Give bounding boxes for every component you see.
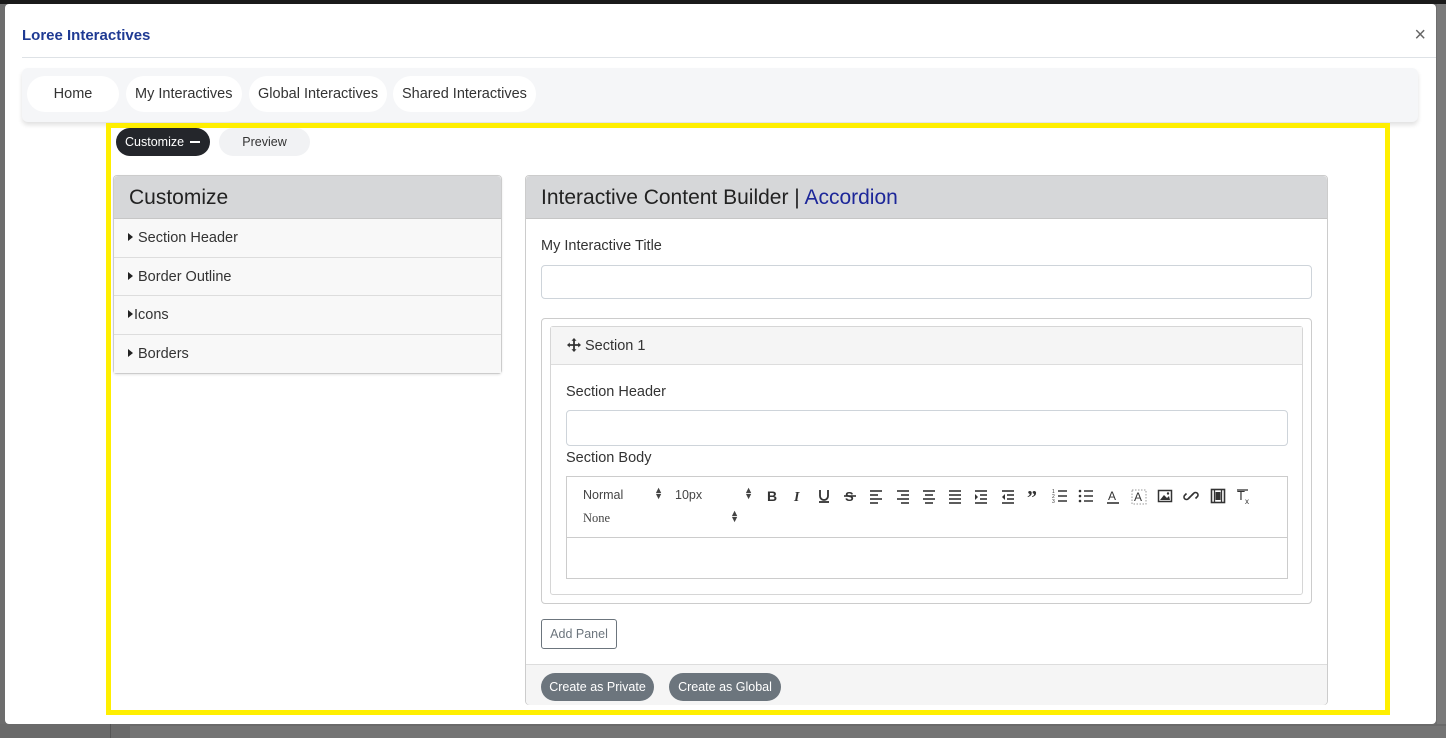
format-select[interactable]: Normal ▲ ▼ — [583, 485, 663, 503]
align-left-icon[interactable] — [867, 487, 885, 505]
section-name: Section 1 — [585, 338, 646, 354]
select-arrows-icon: ▲ ▼ — [744, 485, 753, 501]
nav-my-interactives[interactable]: My Interactives — [126, 76, 242, 112]
size-select[interactable]: 10px ▲ ▼ — [675, 485, 753, 503]
builder-footer: Create as Private Create as Global — [526, 664, 1327, 705]
section-header-label: Section Header — [566, 384, 666, 400]
svg-text:A: A — [1108, 489, 1116, 503]
underline-icon[interactable] — [815, 487, 833, 505]
close-icon[interactable]: × — [1414, 24, 1426, 47]
nav-global-interactives[interactable]: Global Interactives — [249, 76, 388, 112]
move-icon[interactable] — [567, 338, 581, 352]
section-body-label: Section Body — [566, 450, 652, 466]
rich-text-editor: Normal ▲ ▼ 10px ▲ ▼ None ▲ ▼ B I ” 1 2 3… — [566, 476, 1288, 579]
blockquote-icon[interactable]: ” — [1025, 487, 1043, 509]
select-arrows-icon: ▲ ▼ — [730, 508, 739, 524]
customize-item-icons[interactable]: Icons — [114, 296, 501, 335]
align-justify-icon[interactable] — [946, 487, 964, 505]
preview-toggle-button[interactable]: Preview — [219, 128, 310, 156]
background-bottom-strip — [0, 724, 1446, 738]
clear-format-icon[interactable]: Tx — [1235, 487, 1253, 506]
svg-text:I: I — [793, 490, 800, 505]
content-builder-panel: Interactive Content Builder | Accordion … — [525, 175, 1328, 705]
create-global-button[interactable]: Create as Global — [669, 673, 781, 701]
nav-home[interactable]: Home — [27, 76, 119, 112]
customize-item-borders[interactable]: Borders — [114, 334, 501, 373]
builder-type: Accordion — [804, 186, 898, 209]
bullet-list-icon[interactable] — [1077, 487, 1095, 505]
svg-text:x: x — [1245, 497, 1249, 505]
caret-right-icon — [128, 271, 133, 280]
section-card-header[interactable]: Section 1 — [551, 327, 1302, 365]
svg-text:”: ” — [1027, 487, 1037, 505]
minus-icon — [190, 141, 200, 143]
main-nav: Home My Interactives Global Interactives… — [22, 68, 1418, 122]
align-right-icon[interactable] — [894, 487, 912, 505]
bold-icon[interactable]: B — [763, 487, 781, 505]
section-card: Section 1 Section Header Section Body No… — [550, 326, 1303, 595]
add-panel-button[interactable]: Add Panel — [541, 619, 617, 649]
loree-modal: Loree Interactives × Home My Interactive… — [5, 4, 1436, 724]
link-icon[interactable] — [1182, 487, 1200, 505]
customize-panel: Customize Section Header Border Outline … — [113, 175, 502, 374]
caret-right-icon — [128, 233, 133, 241]
editor-toolbar: Normal ▲ ▼ 10px ▲ ▼ None ▲ ▼ B I ” 1 2 3… — [567, 477, 1287, 538]
nav-shared-interactives[interactable]: Shared Interactives — [393, 76, 536, 112]
align-center-icon[interactable] — [920, 487, 938, 505]
select-arrows-icon: ▲ ▼ — [654, 485, 663, 501]
section-header-input[interactable] — [566, 410, 1288, 446]
customize-toggle-label: Customize — [125, 135, 185, 149]
indent-icon[interactable] — [972, 487, 990, 505]
font-select[interactable]: None ▲ ▼ — [583, 508, 739, 526]
caret-right-icon — [128, 348, 133, 357]
caret-right-icon — [128, 310, 133, 318]
background-color-icon[interactable]: A — [1130, 487, 1148, 505]
interactive-title-input[interactable] — [541, 265, 1312, 299]
image-icon[interactable] — [1156, 487, 1174, 505]
customize-panel-title: Customize — [114, 176, 501, 219]
video-icon[interactable] — [1209, 487, 1227, 505]
svg-text:A: A — [1134, 490, 1142, 504]
create-private-button[interactable]: Create as Private — [541, 673, 654, 701]
sections-container: Section 1 Section Header Section Body No… — [541, 318, 1312, 604]
italic-icon[interactable]: I — [789, 487, 807, 505]
customize-item-section-header[interactable]: Section Header — [114, 219, 501, 258]
svg-text:3: 3 — [1052, 499, 1055, 505]
title-label: My Interactive Title — [541, 238, 662, 254]
customize-toggle-button[interactable]: Customize — [116, 128, 210, 156]
text-color-icon[interactable]: A — [1104, 487, 1122, 505]
builder-title: Interactive Content Builder | Accordion — [526, 176, 1327, 219]
customize-item-border-outline[interactable]: Border Outline — [114, 257, 501, 296]
strikethrough-icon[interactable]: S — [841, 487, 859, 505]
editor-body[interactable] — [567, 538, 1287, 578]
outdent-icon[interactable] — [999, 487, 1017, 505]
modal-title: Loree Interactives — [22, 27, 151, 44]
modal-header: Loree Interactives × — [22, 18, 1436, 58]
svg-text:B: B — [767, 488, 777, 504]
ordered-list-icon[interactable]: 123 — [1051, 487, 1069, 505]
background-right-edge — [1437, 4, 1446, 738]
